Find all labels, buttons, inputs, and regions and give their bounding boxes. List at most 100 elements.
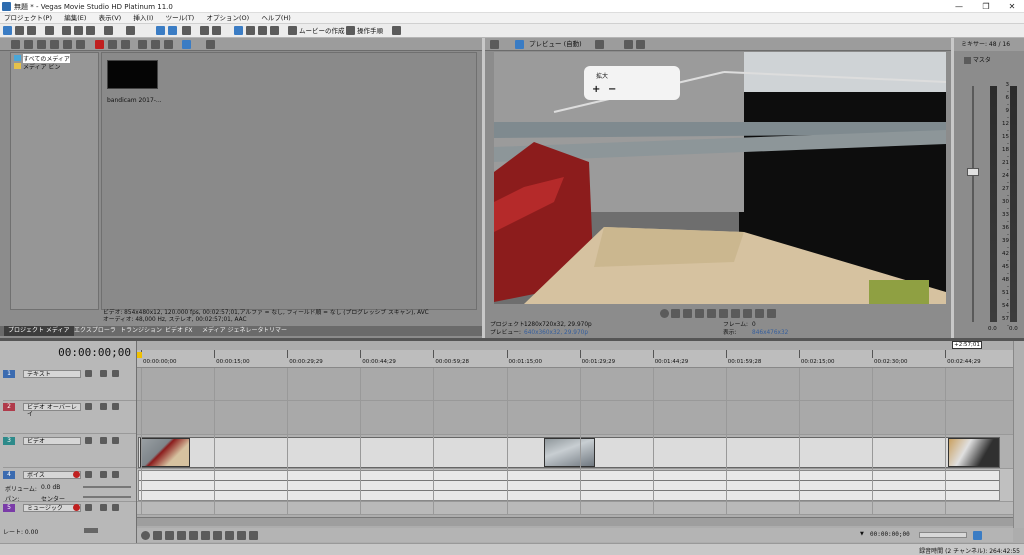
rate-slider[interactable]: [84, 528, 98, 533]
track-header-video[interactable]: 3 ビデオ: [3, 435, 136, 468]
tab-transitions[interactable]: トランジション: [116, 326, 166, 336]
track-solo-icon[interactable]: [112, 471, 119, 478]
zoom-out-icon[interactable]: −: [608, 84, 616, 95]
open-icon[interactable]: [15, 26, 24, 35]
timeline-vertical-scrollbar[interactable]: [1013, 341, 1024, 528]
copy-icon[interactable]: [74, 26, 83, 35]
track-name[interactable]: テキスト: [23, 370, 81, 378]
selection-tool-icon[interactable]: [258, 26, 267, 35]
go-to-start-icon[interactable]: [213, 531, 222, 540]
back-icon[interactable]: [108, 40, 117, 49]
minimize-button[interactable]: —: [948, 1, 970, 12]
track-solo-icon[interactable]: [112, 370, 119, 377]
undo-icon[interactable]: [104, 26, 113, 35]
menu-edit[interactable]: 編集(E): [59, 13, 91, 24]
redo-icon[interactable]: [126, 26, 135, 35]
arm-record-icon[interactable]: [73, 504, 80, 511]
go-to-start-icon[interactable]: [731, 309, 740, 318]
auto-play-icon[interactable]: [164, 40, 173, 49]
go-to-end-icon[interactable]: [225, 531, 234, 540]
track-mute-icon[interactable]: [100, 403, 107, 410]
track-fx-icon[interactable]: [85, 403, 92, 410]
fader-handle[interactable]: [967, 168, 979, 176]
next-frame-icon[interactable]: [249, 531, 258, 540]
views-icon[interactable]: [182, 40, 191, 49]
pause-icon[interactable]: [707, 309, 716, 318]
stop-button-icon[interactable]: [719, 309, 728, 318]
master-fader[interactable]: [966, 86, 980, 322]
cut-icon[interactable]: [62, 26, 71, 35]
search-icon[interactable]: [206, 40, 215, 49]
prev-frame-icon[interactable]: [237, 531, 246, 540]
save-snapshot-icon[interactable]: [636, 40, 645, 49]
play-button-icon[interactable]: [177, 531, 186, 540]
track-header-text[interactable]: 1 テキスト: [3, 368, 136, 401]
track-lane-music[interactable]: [137, 502, 1013, 515]
preview-properties-icon[interactable]: [490, 40, 499, 49]
track-fx-icon[interactable]: [85, 370, 92, 377]
audio-event[interactable]: [138, 470, 1000, 501]
add-track-icon[interactable]: [973, 531, 982, 540]
cursor-marker[interactable]: [137, 352, 142, 358]
arm-record-icon[interactable]: [73, 471, 80, 478]
go-to-end-icon[interactable]: [743, 309, 752, 318]
crossfade-icon[interactable]: [212, 26, 221, 35]
zoom-slider[interactable]: [919, 532, 967, 538]
track-mute-icon[interactable]: [100, 471, 107, 478]
media-thumbnail[interactable]: [107, 60, 158, 89]
tab-trimmer[interactable]: トリマー: [259, 326, 291, 336]
track-fx-icon[interactable]: [85, 437, 92, 444]
pause-icon[interactable]: [189, 531, 198, 540]
volume-slider[interactable]: [83, 486, 131, 488]
media-import-icon[interactable]: [11, 40, 20, 49]
tab-media-generators[interactable]: メディア ジェネレータ: [198, 326, 268, 336]
media-fx-icon[interactable]: [63, 40, 72, 49]
ignore-grouping-icon[interactable]: [200, 26, 209, 35]
render-icon[interactable]: [45, 26, 54, 35]
make-movie-icon[interactable]: [288, 26, 297, 35]
external-monitor-icon[interactable]: [515, 40, 524, 49]
track-solo-icon[interactable]: [112, 504, 119, 511]
auto-preview-icon[interactable]: [76, 40, 85, 49]
play-from-start-icon[interactable]: [165, 531, 174, 540]
close-button[interactable]: ✕: [1001, 1, 1023, 12]
zoom-in-icon[interactable]: +: [592, 84, 600, 95]
track-name[interactable]: ビデオ: [23, 437, 81, 445]
preview-quality-dropdown[interactable]: プレビュー (自動): [529, 39, 582, 49]
new-icon[interactable]: [3, 26, 12, 35]
zoom-tool-icon[interactable]: [270, 26, 279, 35]
loop-icon[interactable]: [153, 531, 162, 540]
menu-help[interactable]: ヘルプ(H): [256, 13, 295, 24]
paste-icon[interactable]: [86, 26, 95, 35]
whats-this-icon[interactable]: [392, 26, 401, 35]
make-movie-button[interactable]: ムービーの作成: [299, 26, 345, 36]
play-button-icon[interactable]: [695, 309, 704, 318]
menu-project[interactable]: プロジェクト(P): [0, 13, 57, 24]
capture-icon[interactable]: [24, 40, 33, 49]
track-mute-icon[interactable]: [100, 370, 107, 377]
track-mute-icon[interactable]: [100, 504, 107, 511]
track-name[interactable]: ビデオ オーバーレイ: [23, 403, 81, 418]
tab-explorer[interactable]: エクスプローラ: [70, 326, 120, 336]
menu-options[interactable]: オプション(O): [201, 13, 254, 24]
maximize-button[interactable]: ❐: [975, 1, 997, 12]
get-media-icon[interactable]: [37, 40, 46, 49]
save-icon[interactable]: [27, 26, 36, 35]
tab-project-media[interactable]: プロジェクト メディア: [4, 326, 74, 336]
tab-video-fx[interactable]: ビデオ FX: [161, 326, 196, 336]
menu-insert[interactable]: 挿入(I): [128, 13, 158, 24]
track-lane-overlay[interactable]: [137, 401, 1013, 435]
play-icon[interactable]: [138, 40, 147, 49]
track-fx-icon[interactable]: [85, 504, 92, 511]
overlays-icon[interactable]: [595, 40, 604, 49]
lock-envelopes-icon[interactable]: [182, 26, 191, 35]
pan-slider[interactable]: [83, 496, 131, 498]
snap-icon[interactable]: [156, 26, 165, 35]
stop-button-icon[interactable]: [201, 531, 210, 540]
auto-ripple-icon[interactable]: [168, 26, 177, 35]
normal-edit-tool-icon[interactable]: [234, 26, 243, 35]
tutorial-icon[interactable]: [346, 26, 355, 35]
marker-icon[interactable]: ▼: [860, 531, 864, 537]
stop-icon[interactable]: [151, 40, 160, 49]
track-solo-icon[interactable]: [112, 403, 119, 410]
